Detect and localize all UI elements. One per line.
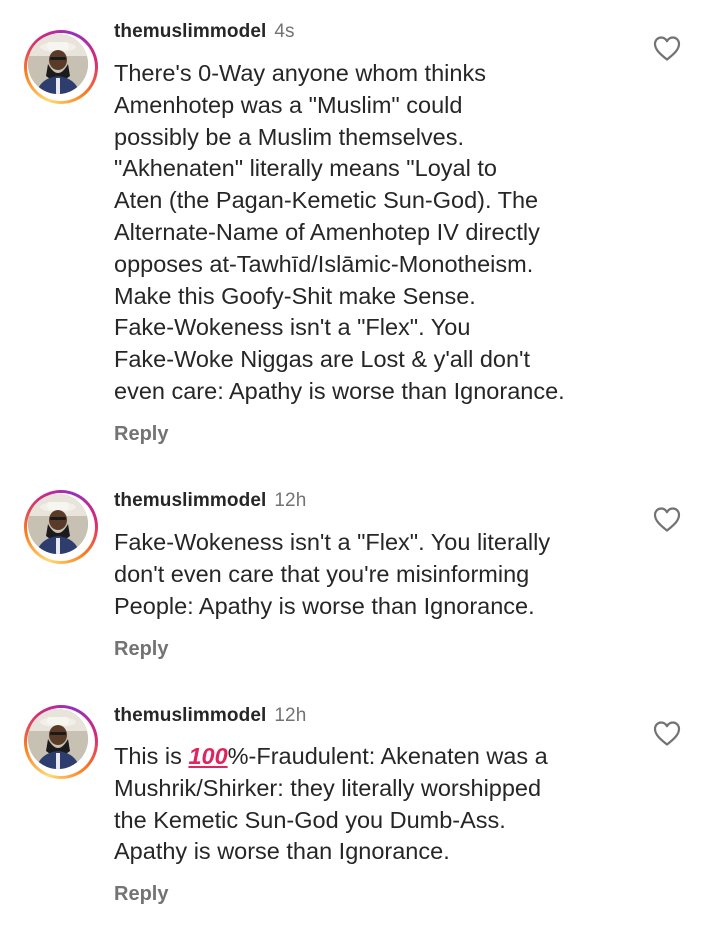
heart-outline-icon[interactable] [652,505,682,533]
comment-text: This is 100%-Fraudulent: Akenaten was a … [114,741,654,868]
comment-line: People: Apathy is worse than Ignorance. [114,592,535,619]
comment-text-prefix: This is [114,743,189,769]
reply-button[interactable]: Reply [114,883,168,906]
username-link[interactable]: themuslimmodel [114,705,266,726]
comment-line: the Kemetic Sun-God you Dumb-Ass. [114,806,506,833]
timestamp: 12h [274,490,307,511]
reply-button[interactable]: Reply [114,423,168,446]
comment-text-suffix: %-Fraudulent: Akenaten was a [227,743,548,769]
comment-line: Fake-Woke Niggas are Lost & y'all don't [114,346,531,373]
hundred-points-emoji: 100 [188,743,228,769]
avatar-image [28,494,88,554]
comment-header: themuslimmodel 12h [114,705,306,727]
timestamp: 4s [274,21,295,42]
comment-line: Apathy is worse than Ignorance. [114,838,450,865]
avatar-image [28,34,88,94]
comment-line: opposes at-Tawhīd/Islāmic-Monotheism. [114,250,534,277]
comment-line: There's 0-Way anyone whom thinks [114,60,486,86]
comment-line: "Akhenaten" literally means "Loyal to [114,155,497,182]
reply-button[interactable]: Reply [114,638,168,661]
timestamp: 12h [274,705,307,726]
comment-header: themuslimmodel 4s [114,21,295,43]
comment-line: Fake-Wokeness isn't a "Flex". You litera… [114,529,551,555]
comment-line: Mushrik/Shirker: they literally worshipp… [114,774,542,801]
heart-outline-icon[interactable] [652,719,682,747]
comment-line: possibly be a Muslim themselves. [114,123,465,150]
avatar[interactable] [28,709,88,769]
username-link[interactable]: themuslimmodel [114,490,266,511]
avatar[interactable] [28,494,88,554]
comment-line: Make this Goofy-Shit make Sense. [114,282,476,309]
story-ring[interactable] [24,30,98,104]
comment-header: themuslimmodel 12h [114,490,306,512]
avatar[interactable] [28,34,88,94]
username-link[interactable]: themuslimmodel [114,21,266,42]
comment-line: don't even care that you're misinforming [114,560,530,587]
comment-line: Fake-Wokeness isn't a "Flex". You [114,314,471,341]
story-ring[interactable] [24,705,98,779]
comment-line: Aten (the Pagan-Kemetic Sun-God). The [114,187,539,214]
comment-line: even care: Apathy is worse than Ignoranc… [114,377,565,404]
comment-line: This is 100%-Fraudulent: Akenaten was a [114,741,654,773]
comment-text: Fake-Wokeness isn't a "Flex". You litera… [114,527,654,622]
heart-outline-icon[interactable] [652,34,682,62]
comment-line: Amenhotep was a "Muslim" could [114,91,463,118]
comment-text: There's 0-Way anyone whom thinks Amenhot… [114,58,654,408]
story-ring[interactable] [24,490,98,564]
avatar-image [28,709,88,769]
comment-line: Alternate-Name of Amenhotep IV directly [114,218,540,245]
